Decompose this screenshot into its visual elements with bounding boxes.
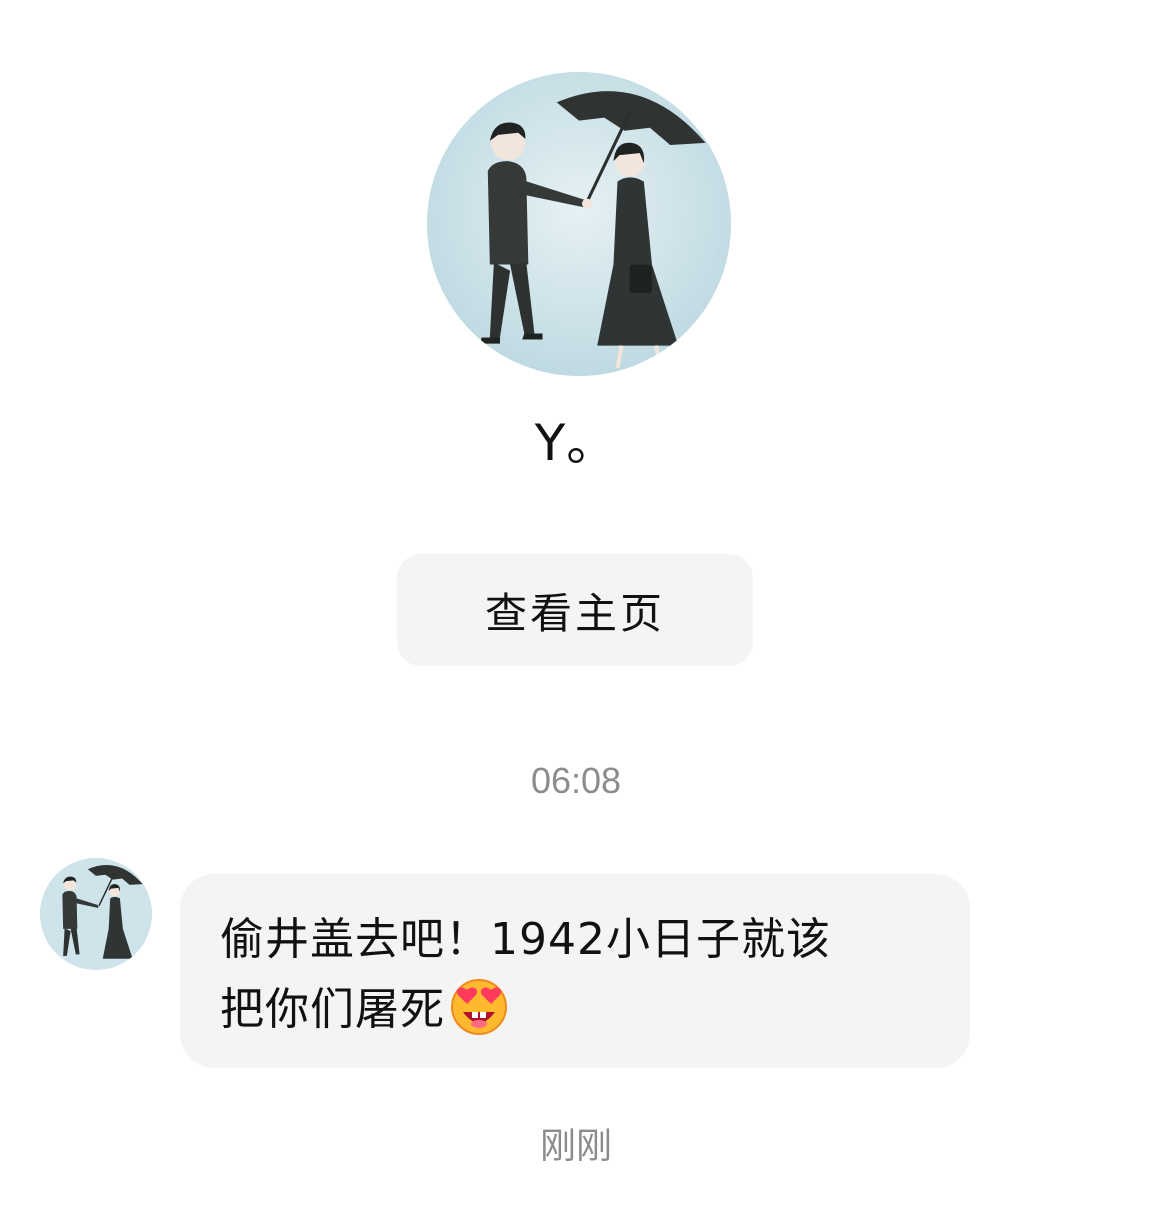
- view-homepage-button[interactable]: 查看主页: [397, 554, 753, 666]
- profile-avatar[interactable]: [427, 72, 731, 376]
- couple-umbrella-illustration: [427, 72, 731, 376]
- profile-username: Y。: [534, 414, 618, 472]
- message-line: 偷井盖去吧！1942小日子就该: [220, 914, 831, 965]
- message-line-text: 把你们屠死: [220, 984, 445, 1035]
- message-bubble[interactable]: 偷井盖去吧！1942小日子就该 把你们屠死: [180, 874, 970, 1068]
- message-status: 刚刚: [539, 1126, 612, 1167]
- message-text: 偷井盖去吧！1942小日子就该 把你们屠死: [220, 906, 930, 1044]
- chat-timestamp: 06:08: [530, 760, 622, 801]
- message-line: 把你们屠死: [220, 974, 930, 1044]
- star-struck-emoji-icon: [451, 979, 507, 1035]
- couple-umbrella-illustration: [40, 858, 152, 970]
- sender-avatar[interactable]: [40, 858, 152, 970]
